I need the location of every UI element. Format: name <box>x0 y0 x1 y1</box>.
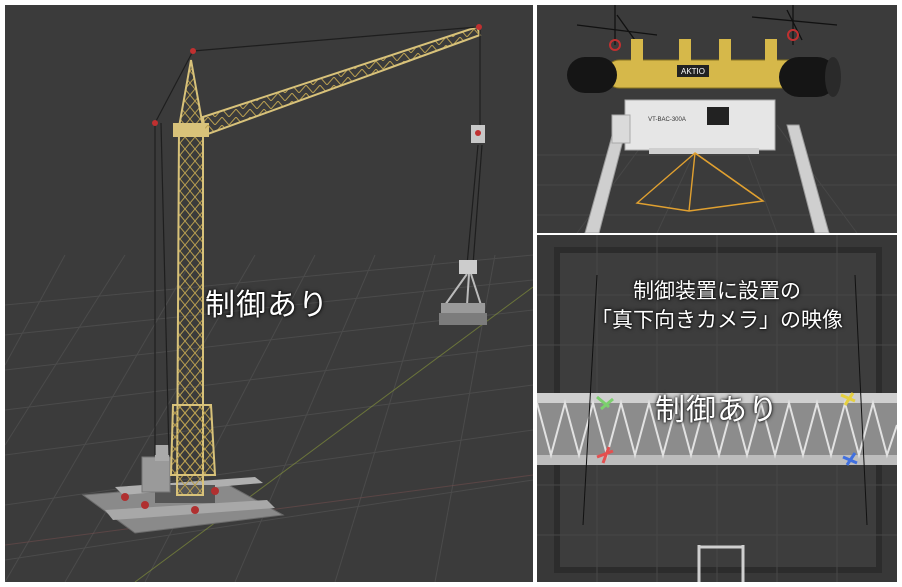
device-model-text: VT-BAC-300A <box>648 117 686 123</box>
control-device-box <box>611 99 776 154</box>
camera-caption: 制御装置に設置の 「真下向きカメラ」の映像 <box>567 277 867 335</box>
camera-caption-line1: 制御装置に設置の <box>633 279 801 303</box>
device-scene: AKTIO VT-BAC-300A <box>537 5 897 233</box>
device-closeup-viewport: AKTIO VT-BAC-300A <box>537 5 897 233</box>
device-brand-text: AKTIO <box>681 67 705 76</box>
hook-block <box>471 125 485 143</box>
downward-camera-viewport: 制御装置に設置の 「真下向きカメラ」の映像 制御あり <box>537 235 897 582</box>
camera-overlay-label: 制御あり <box>655 393 779 428</box>
crane-3d-viewport: 制御あり <box>5 5 533 582</box>
left-overlay-label: 制御あり <box>205 288 329 323</box>
camera-caption-line2: 「真下向きカメラ」の映像 <box>591 308 843 332</box>
